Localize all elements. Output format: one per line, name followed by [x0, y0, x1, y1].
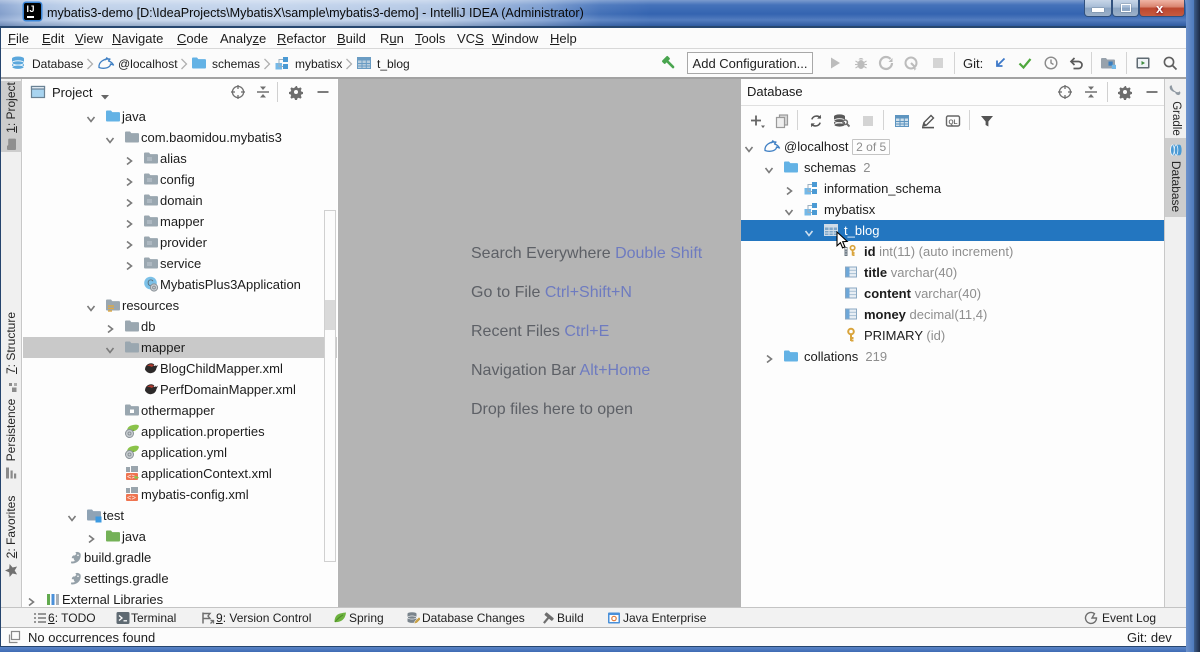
svg-text:<>: <> [127, 495, 137, 502]
svg-text:QL: QL [948, 119, 957, 126]
